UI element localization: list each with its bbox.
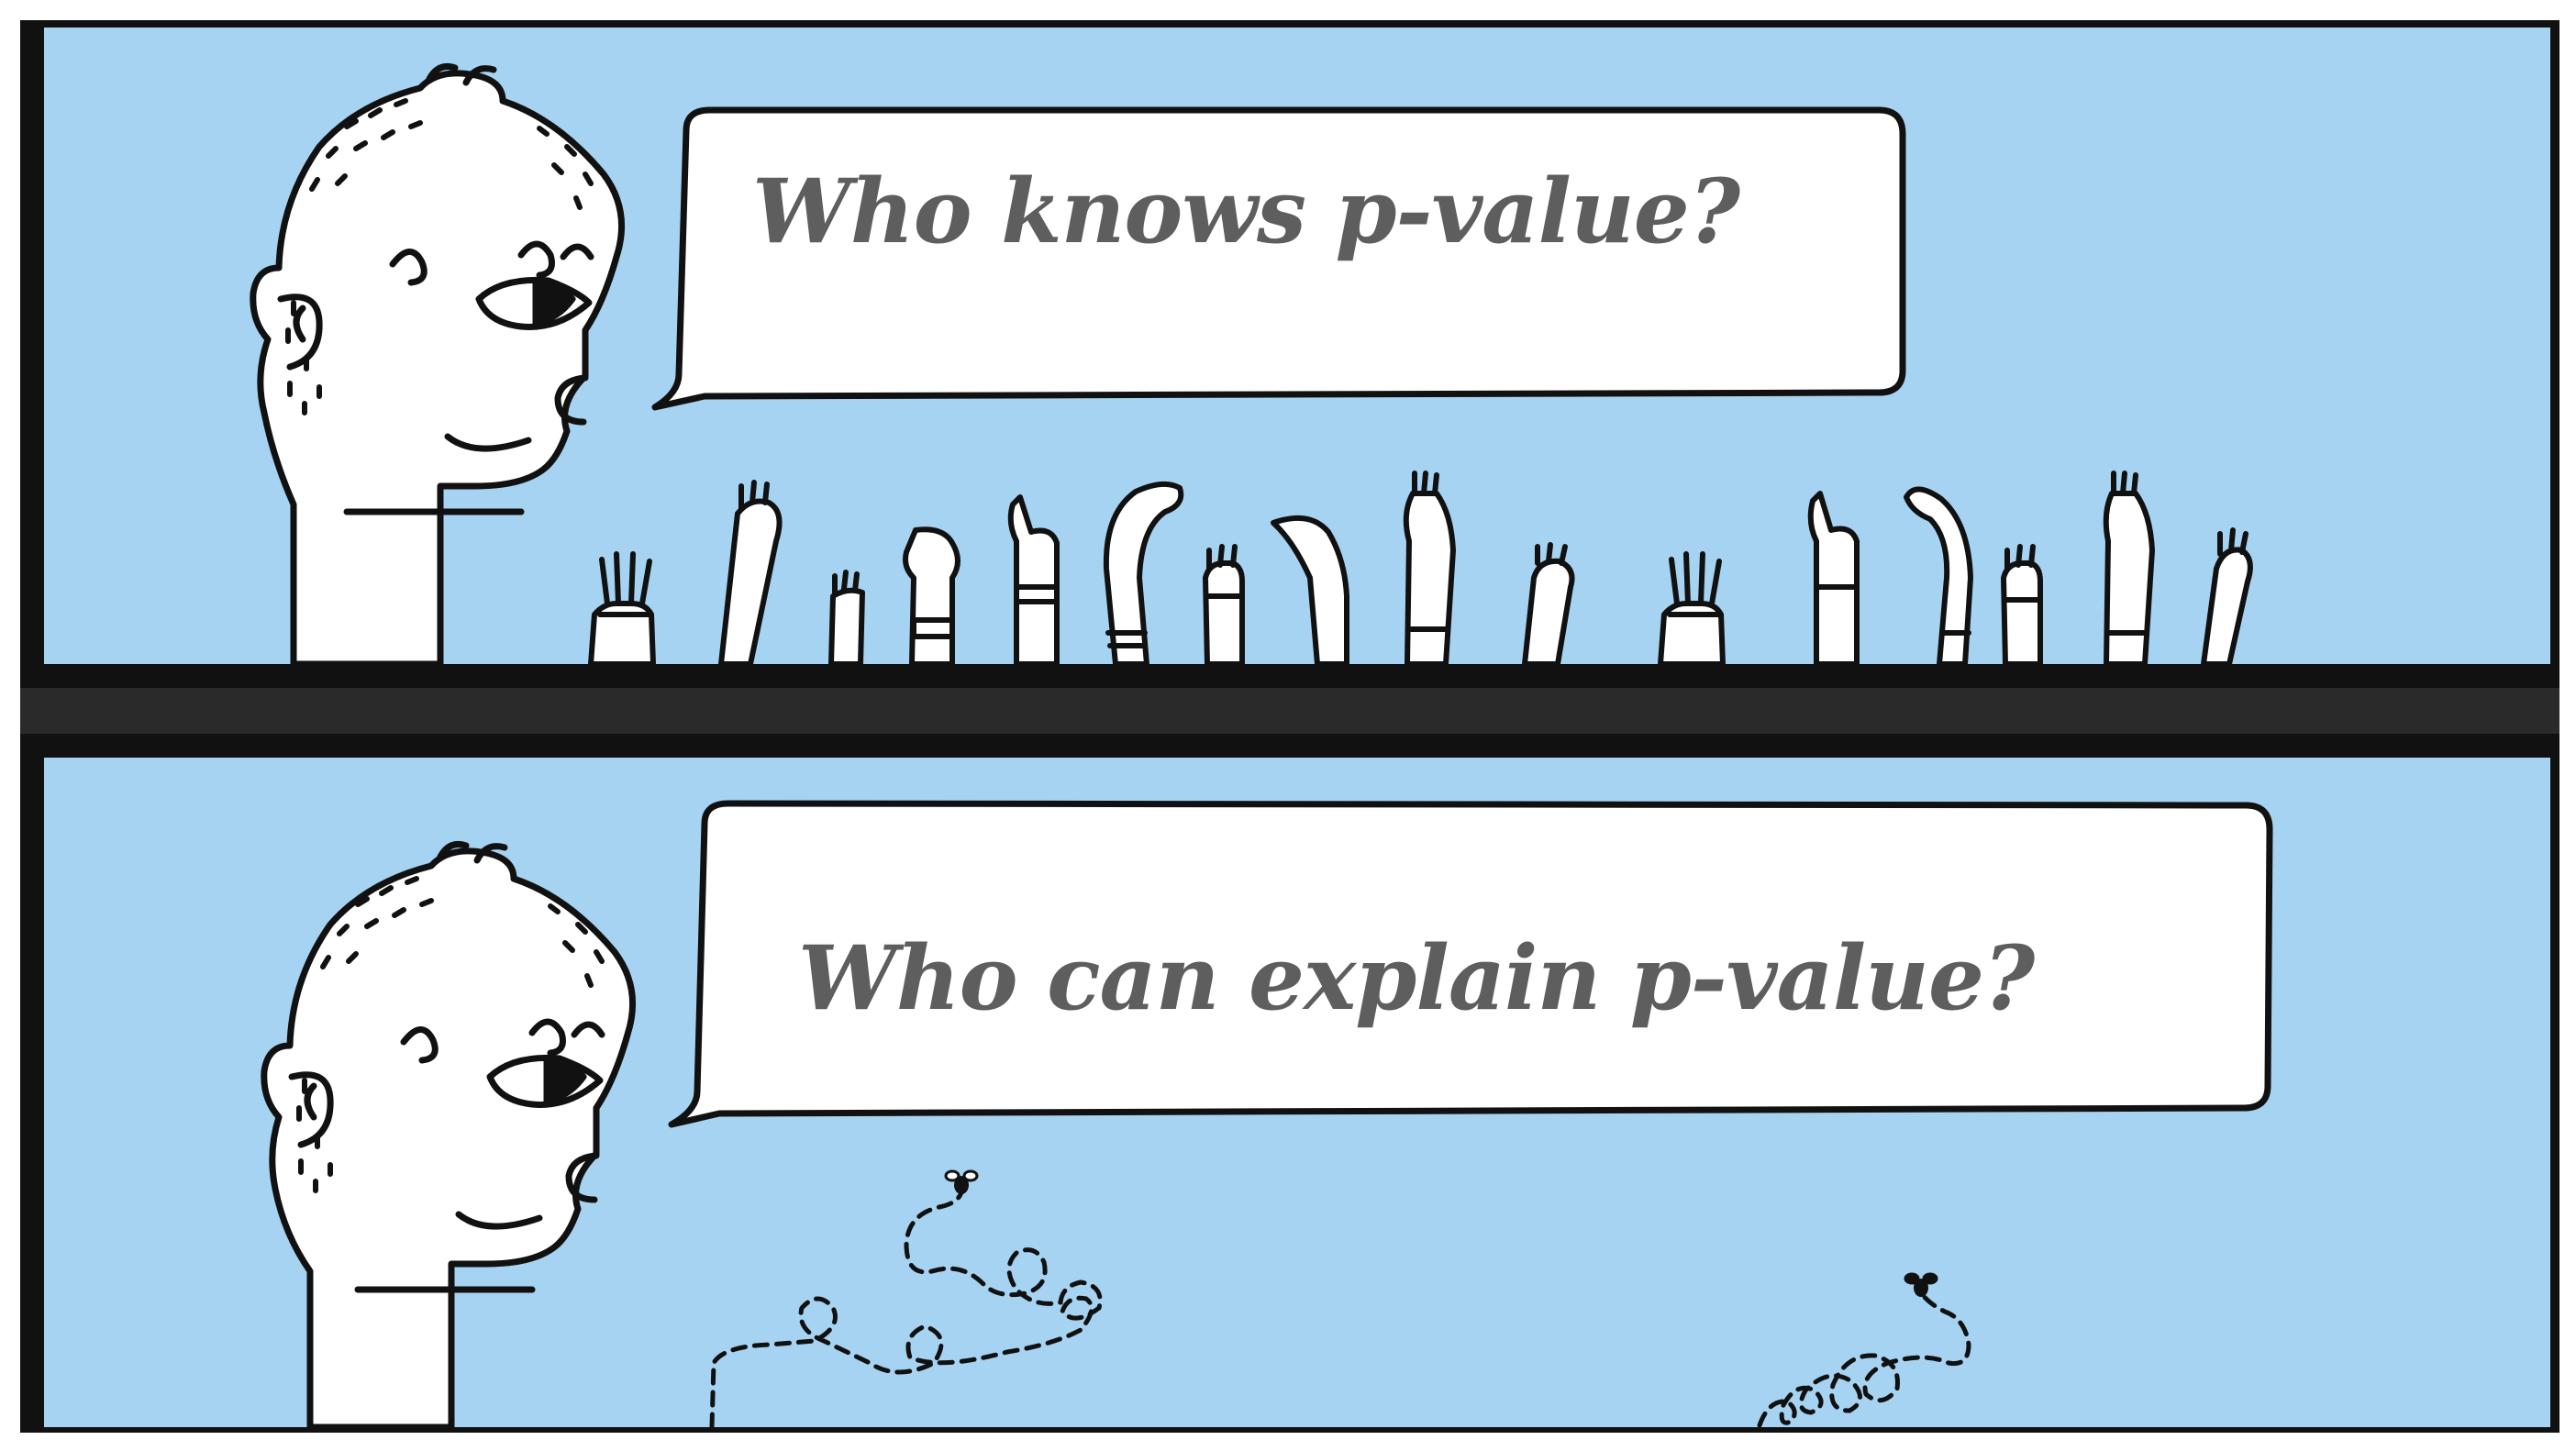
fly-wing xyxy=(1904,1272,1920,1285)
raised-hand xyxy=(828,587,865,664)
fly-right xyxy=(1757,1272,1971,1427)
raised-hands-crowd xyxy=(588,471,2253,664)
fly-wing xyxy=(962,1169,979,1182)
flight-path-left xyxy=(709,1190,1103,1427)
raised-hand xyxy=(2001,560,2043,664)
raised-hand xyxy=(903,526,960,664)
panel-top-illustration xyxy=(250,63,2253,664)
fly-wing xyxy=(944,1169,960,1182)
panel-top: Who knows p-value? xyxy=(20,20,2559,688)
panel-gutter xyxy=(20,688,2559,734)
raised-hand xyxy=(1522,558,1575,664)
raised-hand xyxy=(2201,547,2253,664)
comic-strip: Who knows p-value? Who can explain p-val… xyxy=(0,0,2576,1440)
raised-hand xyxy=(1807,491,1860,664)
raised-hand xyxy=(1271,515,1349,664)
raised-hand xyxy=(718,498,783,664)
fly-left xyxy=(709,1169,1103,1427)
raised-hand xyxy=(1403,491,1456,664)
flight-path-right xyxy=(1757,1292,1971,1427)
panel-bottom: Who can explain p-value? xyxy=(20,734,2559,1433)
raised-hand xyxy=(1007,494,1060,664)
speech-text-bottom: Who can explain p-value? xyxy=(798,926,2035,1030)
raised-hand xyxy=(1904,486,1973,664)
fly-wing xyxy=(1922,1272,1938,1285)
raised-hand xyxy=(1103,481,1184,664)
raised-hand xyxy=(2103,491,2155,664)
speech-text-top: Who knows p-value? xyxy=(752,160,1740,263)
panel-bottom-illustration xyxy=(261,800,2273,1427)
raised-hand xyxy=(1203,560,1245,664)
